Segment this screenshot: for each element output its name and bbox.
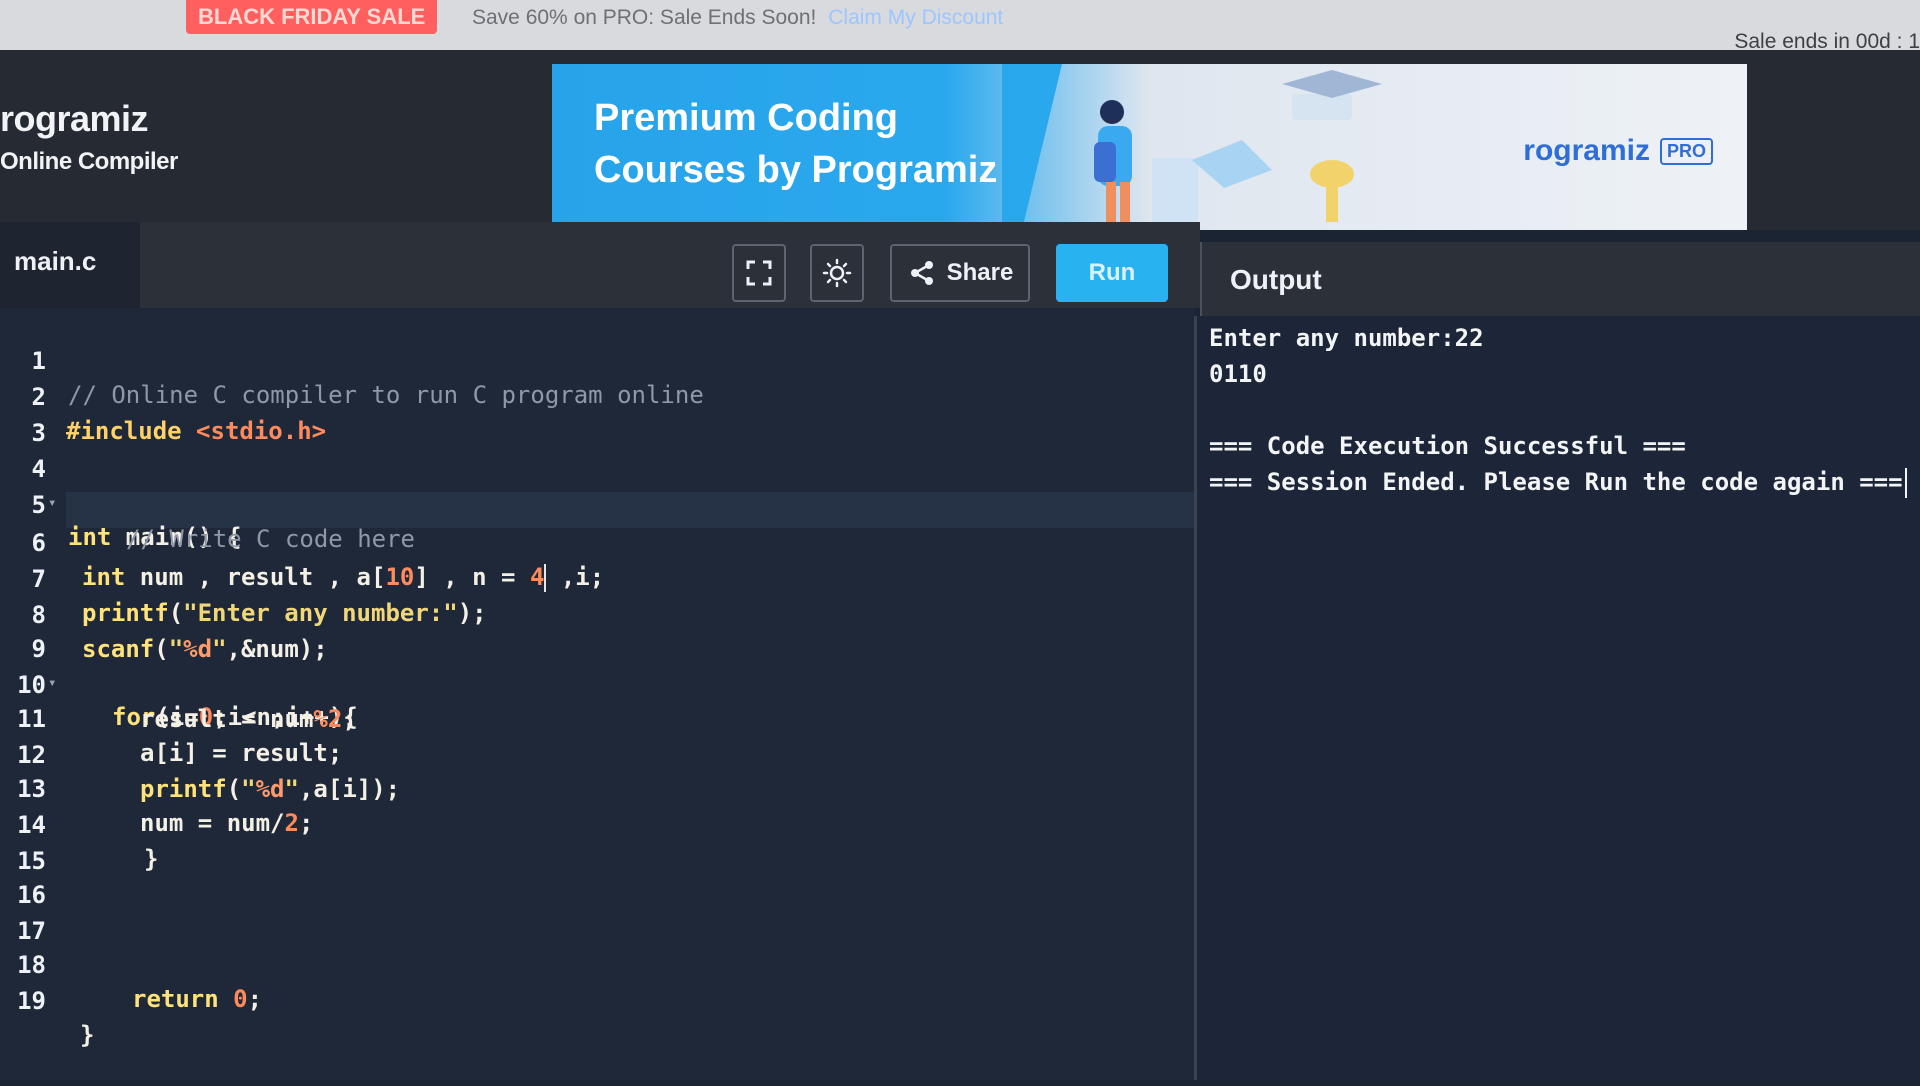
sale-badge: BLACK FRIDAY SALE <box>186 0 438 34</box>
output-title: Output <box>1230 264 1322 295</box>
code-line-14[interactable]: 14 } <box>0 774 1194 873</box>
code-text: return 0; <box>132 985 263 1013</box>
output-line: Enter any number:22 <box>1209 324 1484 352</box>
code-line-15[interactable]: 15 <box>0 810 1194 875</box>
ad-banner[interactable]: Premium Coding Courses by Programiz rogr… <box>552 64 1747 230</box>
code-text: } <box>80 1021 95 1049</box>
ad-logo-text: rogramiz <box>1523 134 1650 167</box>
fullscreen-icon <box>746 260 772 286</box>
output-cursor <box>1904 468 1907 498</box>
run-button[interactable]: Run <box>1056 244 1168 302</box>
code-line-17[interactable]: 17 <box>0 880 1194 945</box>
share-label: Share <box>946 259 1014 286</box>
code-line-7[interactable]: 7 printf("Enter any number:"); <box>0 528 1194 627</box>
theme-toggle-button[interactable] <box>810 244 864 302</box>
code-line-8[interactable]: 8 scanf("%d",&num); <box>0 564 1194 663</box>
output-line: === Session Ended. Please Run the code a… <box>1209 468 1907 498</box>
editor-toolbar: main.c Share Run <box>0 222 1200 308</box>
code-line-2[interactable]: 2 #include <stdio.h> <box>0 346 1194 445</box>
code-line-4[interactable]: 4 ▾ int main() { <box>0 418 1194 551</box>
code-line-16[interactable]: 16 <box>0 844 1194 909</box>
code-line-6[interactable]: 6 int num , result , a[10] , n = 4 ,i; <box>0 492 1194 592</box>
output-panel[interactable]: Enter any number:22 0110 === Code Execut… <box>1194 316 1920 1080</box>
brand-subtitle: Online Compiler <box>0 148 178 175</box>
ad-title: Premium Coding Courses by Programiz <box>594 92 1034 196</box>
output-line: === Code Execution Successful === <box>1209 432 1686 460</box>
code-line-12[interactable]: 12 printf("%d",a[i]); <box>0 704 1194 803</box>
code-line-11[interactable]: 11 a[i] = result; <box>0 668 1194 767</box>
line-number: 19 <box>17 987 46 1015</box>
code-line-5[interactable]: 5 // Write C code here <box>0 454 1194 553</box>
code-line-1[interactable]: 1 // Online C compiler to run C program … <box>0 310 1194 409</box>
share-icon <box>910 261 933 285</box>
sun-icon <box>822 258 852 288</box>
pro-badge: PRO <box>1659 137 1713 165</box>
promo-text: Save 60% on PRO: Sale Ends Soon! Claim M… <box>472 6 1003 30</box>
ad-illustration <box>1002 64 1382 230</box>
output-line-text: === Session Ended. Please Run the code a… <box>1209 468 1903 496</box>
brand-name: rogramiz <box>0 98 149 139</box>
code-line-13[interactable]: 13 num = num/2; <box>0 738 1194 837</box>
header: rogramiz Online Compiler Premium Coding … <box>0 50 1920 230</box>
promo-message: Save 60% on PRO: Sale Ends Soon! <box>472 6 817 29</box>
code-line-19[interactable]: 19 } <box>0 950 1194 1049</box>
code-line-18[interactable]: 18 return 0; <box>0 914 1194 1013</box>
claim-discount-link[interactable]: Claim My Discount <box>828 6 1003 29</box>
share-button[interactable]: Share <box>890 244 1030 302</box>
run-label: Run <box>1088 259 1136 286</box>
file-tab-main-c[interactable]: main.c <box>0 222 140 308</box>
output-line: 0110 <box>1209 360 1267 388</box>
brand[interactable]: rogramiz Online Compiler <box>0 98 178 176</box>
code-line-3[interactable]: 3 <box>0 382 1194 447</box>
code-line-9[interactable]: 9 ▾ for(i=0;i<n;i++){ <box>0 598 1194 731</box>
code-line-10[interactable]: 10 result = num%2; <box>0 634 1194 733</box>
code-editor[interactable]: 1 // Online C compiler to run C program … <box>0 308 1194 1080</box>
fullscreen-button[interactable] <box>732 244 786 302</box>
promo-bar: BLACK FRIDAY SALE Save 60% on PRO: Sale … <box>0 0 1920 56</box>
ad-logo: rogramiz PRO <box>1523 134 1713 168</box>
ad-title-line2: Courses by Programiz <box>594 149 998 191</box>
ad-title-line1: Premium Coding <box>594 97 899 139</box>
